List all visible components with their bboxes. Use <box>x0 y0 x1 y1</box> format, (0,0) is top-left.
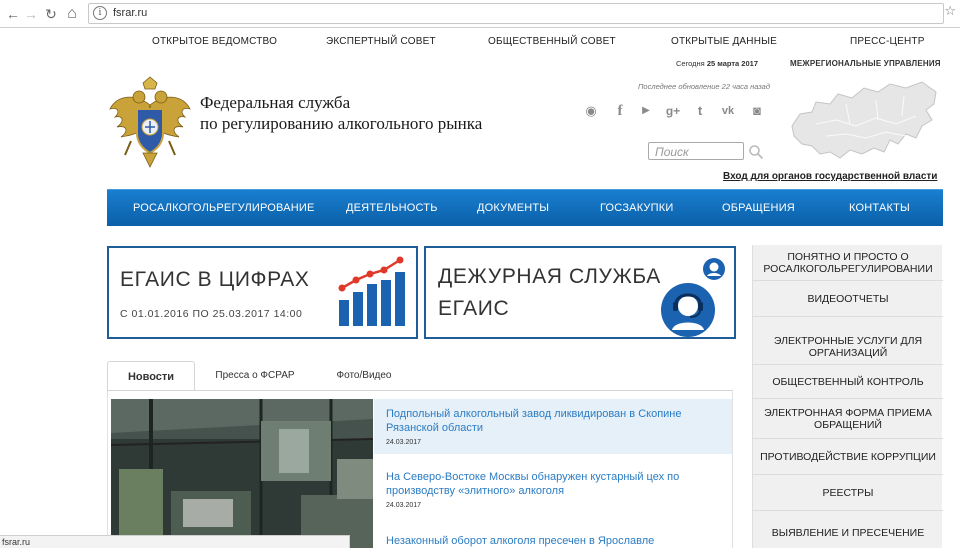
date-prefix: Сегодня <box>676 59 705 68</box>
home-icon[interactable]: ⌂ <box>63 5 81 23</box>
sidebar-item-registries[interactable]: РЕЕСТРЫ <box>753 475 943 511</box>
org-name-line1: Федеральная служба <box>200 93 351 112</box>
twitter-icon[interactable]: t <box>692 103 708 119</box>
news-date: 24.03.2017 <box>386 439 422 446</box>
status-bar: fsrar.ru <box>0 535 350 548</box>
eye-icon[interactable]: ◉ <box>583 103 599 119</box>
support-operator-icon <box>661 283 715 337</box>
sidebar-item-e-appeals[interactable]: ЭЛЕКТРОННАЯ ФОРМА ПРИЕМА ОБРАЩЕНИЙ <box>753 399 943 439</box>
news-item[interactable]: Незаконный оборот алкоголя пресечен в Яр… <box>374 526 732 548</box>
search-box <box>648 142 744 160</box>
toplink-open-data[interactable]: ОТКРЫТЫЕ ДАННЫЕ <box>671 36 777 47</box>
reload-icon[interactable]: ↻ <box>42 5 60 23</box>
sidebar-item-detection[interactable]: ВЫЯВЛЕНИЕ И ПРЕСЕЧЕНИЕ <box>753 517 943 548</box>
growth-chart-icon <box>338 256 405 326</box>
egais-stats-banner[interactable]: ЕГАИС В ЦИФРАХ С 01.01.2016 ПО 25.03.201… <box>107 246 418 339</box>
egais-stats-period: С 01.01.2016 ПО 25.03.2017 14:00 <box>120 308 303 320</box>
nav-item-documents[interactable]: ДОКУМЕНТЫ <box>477 202 549 214</box>
search-input[interactable] <box>649 144 739 160</box>
news-item[interactable]: Подпольный алкогольный завод ликвидирова… <box>374 399 732 454</box>
duty-title-line2: ЕГАИС <box>438 297 510 320</box>
current-date: 25 марта 2017 <box>706 59 758 68</box>
instagram-icon[interactable]: ◙ <box>749 103 765 119</box>
tab-press[interactable]: Пресса о ФСРАР <box>205 361 305 391</box>
duty-title-line1: ДЕЖУРНАЯ СЛУЖБА <box>438 265 661 288</box>
facebook-icon[interactable]: f <box>612 103 628 119</box>
toplink-public-council[interactable]: ОБЩЕСТВЕННЫЙ СОВЕТ <box>488 36 616 47</box>
sidebar-item-video-reports[interactable]: ВИДЕООТЧЕТЫ <box>753 281 943 317</box>
nav-item-rosalkogol[interactable]: РОСАЛКОГОЛЬРЕГУЛИРОВАНИЕ <box>133 202 315 214</box>
news-date: 24.03.2017 <box>386 502 422 509</box>
toplink-press-center[interactable]: ПРЕСС-ЦЕНТР <box>850 36 925 47</box>
date-line: Сегодня 25 марта 2017 <box>640 59 758 68</box>
toplink-open-agency[interactable]: ОТКРЫТОЕ ВЕДОМСТВО <box>152 36 277 47</box>
news-item[interactable]: На Северо-Востоке Москвы обнаружен куста… <box>374 462 732 517</box>
forward-icon[interactable]: → <box>22 5 40 23</box>
news-title[interactable]: Незаконный оборот алкоголя пресечен в Яр… <box>386 534 726 548</box>
news-title[interactable]: На Северо-Востоке Москвы обнаружен куста… <box>386 470 716 498</box>
news-title[interactable]: Подпольный алкогольный завод ликвидирова… <box>386 407 726 435</box>
search-icon[interactable] <box>748 144 764 160</box>
youtube-icon[interactable]: ▶ <box>638 103 654 119</box>
sidebar-item-about[interactable]: ПОНЯТНО И ПРОСТО О РОСАЛКОГОЛЬРЕГУЛИРОВА… <box>753 245 943 281</box>
coat-of-arms-icon[interactable] <box>105 75 195 170</box>
nav-item-procurement[interactable]: ГОСЗАКУПКИ <box>600 202 673 214</box>
org-name-line2: по регулированию алкогольного рынка <box>200 114 483 133</box>
nav-item-activity[interactable]: ДЕЯТЕЛЬНОСТЬ <box>346 202 438 214</box>
regional-offices-link[interactable]: МЕЖРЕГИОНАЛЬНЫЕ УПРАВЛЕНИЯ <box>790 59 941 68</box>
info-icon[interactable]: i <box>93 6 107 20</box>
sidebar-item-e-services[interactable]: ЭЛЕКТРОННЫЕ УСЛУГИ ДЛЯ ОРГАНИЗАЦИЙ <box>753 329 943 365</box>
news-photo[interactable] <box>111 399 373 548</box>
nav-item-appeals[interactable]: ОБРАЩЕНИЯ <box>722 202 795 214</box>
sidebar: ПОНЯТНО И ПРОСТО О РОСАЛКОГОЛЬРЕГУЛИРОВА… <box>752 245 943 548</box>
russia-map-icon[interactable] <box>786 74 942 166</box>
last-updated: Последнее обновление 22 часа назад <box>637 82 770 91</box>
tab-photo-video[interactable]: Фото/Видео <box>322 361 406 391</box>
address-bar[interactable]: i fsrar.ru <box>88 3 944 24</box>
sidebar-item-anticorruption[interactable]: ПРОТИВОДЕЙСТВИЕ КОРРУПЦИИ <box>753 439 943 475</box>
gov-login-link[interactable]: Вход для органов государственной власти <box>723 171 937 182</box>
tab-news[interactable]: Новости <box>107 361 195 391</box>
address-url[interactable]: fsrar.ru <box>113 7 147 19</box>
vk-icon[interactable]: vk <box>720 103 736 119</box>
back-icon[interactable]: ← <box>4 5 22 23</box>
duty-service-banner[interactable]: ДЕЖУРНАЯ СЛУЖБА ЕГАИС <box>424 246 736 339</box>
browser-toolbar: ← → ↻ ⌂ i fsrar.ru ☆ <box>0 0 960 28</box>
main-navigation: РОСАЛКОГОЛЬРЕГУЛИРОВАНИЕ ДЕЯТЕЛЬНОСТЬ ДО… <box>107 189 943 226</box>
toplink-expert-council[interactable]: ЭКСПЕРТНЫЙ СОВЕТ <box>326 36 436 47</box>
sidebar-item-public-control[interactable]: ОБЩЕСТВЕННЫЙ КОНТРОЛЬ <box>753 365 943 399</box>
googleplus-icon[interactable]: g+ <box>665 103 681 119</box>
egais-stats-title: ЕГАИС В ЦИФРАХ <box>120 268 310 291</box>
nav-item-contacts[interactable]: КОНТАКТЫ <box>849 202 910 214</box>
organization-name[interactable]: Федеральная служба по регулированию алко… <box>200 92 530 134</box>
bookmark-star-icon[interactable]: ☆ <box>944 3 956 19</box>
support-small-icon <box>703 258 725 280</box>
